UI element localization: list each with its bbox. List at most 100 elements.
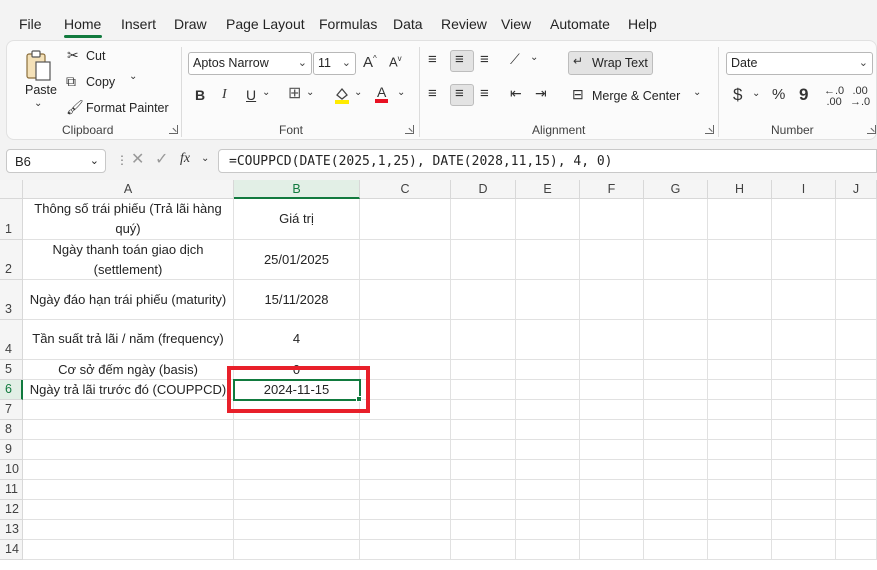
cell-b1[interactable]: Giá trị — [234, 199, 360, 240]
align-left-icon[interactable]: ≡ — [428, 86, 437, 101]
empty-cell[interactable] — [234, 520, 360, 540]
empty-cell[interactable] — [451, 360, 516, 380]
empty-cell[interactable] — [360, 420, 451, 440]
chevron-down-icon[interactable]: ⌄ — [201, 154, 209, 164]
chevron-down-icon[interactable]: ⌄ — [34, 99, 42, 109]
empty-cell[interactable] — [23, 540, 234, 560]
empty-cell[interactable] — [772, 520, 836, 540]
empty-cell[interactable] — [772, 280, 836, 320]
font-size-select[interactable]: 11 ⌄ — [313, 52, 356, 75]
empty-cell[interactable] — [360, 440, 451, 460]
empty-cell[interactable] — [516, 520, 580, 540]
empty-cell[interactable] — [451, 480, 516, 500]
enter-icon[interactable]: ✓ — [155, 152, 168, 168]
chevron-down-icon[interactable]: ⌄ — [397, 88, 405, 98]
column-header-i[interactable]: I — [772, 180, 836, 199]
empty-cell[interactable] — [772, 199, 836, 240]
empty-cell[interactable] — [360, 400, 451, 420]
chevron-down-icon[interactable]: ⌄ — [262, 88, 270, 98]
empty-cell[interactable] — [360, 520, 451, 540]
empty-cell[interactable] — [451, 240, 516, 280]
empty-cell[interactable] — [516, 240, 580, 280]
name-box[interactable]: B6 ⌄ — [6, 149, 106, 173]
chevron-down-icon[interactable]: ⌄ — [354, 88, 362, 98]
empty-cell[interactable] — [516, 199, 580, 240]
increase-indent-icon[interactable]: ⇥ — [535, 86, 547, 100]
empty-cell[interactable] — [360, 360, 451, 380]
empty-cell[interactable] — [451, 380, 516, 400]
cell-b4[interactable]: 4 — [234, 320, 360, 360]
tab-page-layout[interactable]: Page Layout — [226, 16, 305, 32]
empty-cell[interactable] — [580, 440, 644, 460]
empty-cell[interactable] — [516, 360, 580, 380]
orientation-icon[interactable]: ⟋ — [510, 52, 520, 66]
empty-cell[interactable] — [451, 440, 516, 460]
empty-cell[interactable] — [451, 400, 516, 420]
font-name-select[interactable]: Aptos Narrow ⌄ — [188, 52, 312, 75]
align-top-icon[interactable]: ≡ — [428, 52, 437, 67]
empty-cell[interactable] — [708, 199, 772, 240]
empty-cell[interactable] — [708, 420, 772, 440]
chevron-down-icon[interactable]: ⌄ — [693, 88, 701, 98]
align-right-icon[interactable]: ≡ — [480, 86, 489, 101]
comma-style-button[interactable]: 9 — [799, 86, 808, 103]
cell-b3[interactable]: 15/11/2028 — [234, 280, 360, 320]
percent-button[interactable]: % — [772, 87, 785, 102]
cut-button[interactable]: Cut — [86, 49, 105, 63]
row-header-2[interactable]: 2 — [0, 240, 23, 280]
row-header-4[interactable]: 4 — [0, 320, 23, 360]
empty-cell[interactable] — [23, 460, 234, 480]
empty-cell[interactable] — [23, 480, 234, 500]
column-header-g[interactable]: G — [644, 180, 708, 199]
row-header-12[interactable]: 12 — [0, 500, 23, 520]
empty-cell[interactable] — [708, 520, 772, 540]
empty-cell[interactable] — [516, 320, 580, 360]
empty-cell[interactable] — [836, 460, 877, 480]
tab-data[interactable]: Data — [393, 16, 423, 32]
row-header-8[interactable]: 8 — [0, 420, 23, 440]
empty-cell[interactable] — [451, 520, 516, 540]
empty-cell[interactable] — [516, 380, 580, 400]
empty-cell[interactable] — [644, 440, 708, 460]
empty-cell[interactable] — [644, 360, 708, 380]
empty-cell[interactable] — [234, 480, 360, 500]
empty-cell[interactable] — [836, 320, 877, 360]
empty-cell[interactable] — [708, 280, 772, 320]
font-color-icon[interactable]: A — [375, 85, 389, 103]
empty-cell[interactable] — [580, 199, 644, 240]
chevron-down-icon[interactable]: ⌄ — [306, 88, 314, 98]
empty-cell[interactable] — [234, 440, 360, 460]
empty-cell[interactable] — [360, 500, 451, 520]
fill-color-icon[interactable] — [334, 86, 350, 104]
empty-cell[interactable] — [644, 460, 708, 480]
tab-insert[interactable]: Insert — [121, 16, 156, 32]
align-middle-icon[interactable]: ≡ — [455, 52, 464, 67]
empty-cell[interactable] — [644, 420, 708, 440]
empty-cell[interactable] — [360, 460, 451, 480]
empty-cell[interactable] — [708, 320, 772, 360]
cell-a2[interactable]: Ngày thanh toán giao dịch (settlement) — [23, 240, 234, 280]
empty-cell[interactable] — [772, 360, 836, 380]
empty-cell[interactable] — [708, 460, 772, 480]
empty-cell[interactable] — [234, 420, 360, 440]
tab-home[interactable]: Home — [64, 16, 101, 32]
tab-automate[interactable]: Automate — [550, 16, 610, 32]
empty-cell[interactable] — [836, 540, 877, 560]
empty-cell[interactable] — [644, 480, 708, 500]
empty-cell[interactable] — [644, 380, 708, 400]
empty-cell[interactable] — [836, 199, 877, 240]
empty-cell[interactable] — [360, 199, 451, 240]
empty-cell[interactable] — [772, 440, 836, 460]
empty-cell[interactable] — [451, 420, 516, 440]
chevron-down-icon[interactable]: ⌄ — [530, 53, 538, 63]
shrink-font-icon[interactable]: Av — [389, 55, 402, 69]
empty-cell[interactable] — [580, 360, 644, 380]
insert-function-button[interactable]: fx — [180, 152, 190, 166]
column-header-d[interactable]: D — [451, 180, 516, 199]
paste-icon[interactable] — [25, 49, 55, 83]
tab-help[interactable]: Help — [628, 16, 657, 32]
empty-cell[interactable] — [234, 540, 360, 560]
empty-cell[interactable] — [516, 500, 580, 520]
empty-cell[interactable] — [644, 500, 708, 520]
empty-cell[interactable] — [580, 280, 644, 320]
